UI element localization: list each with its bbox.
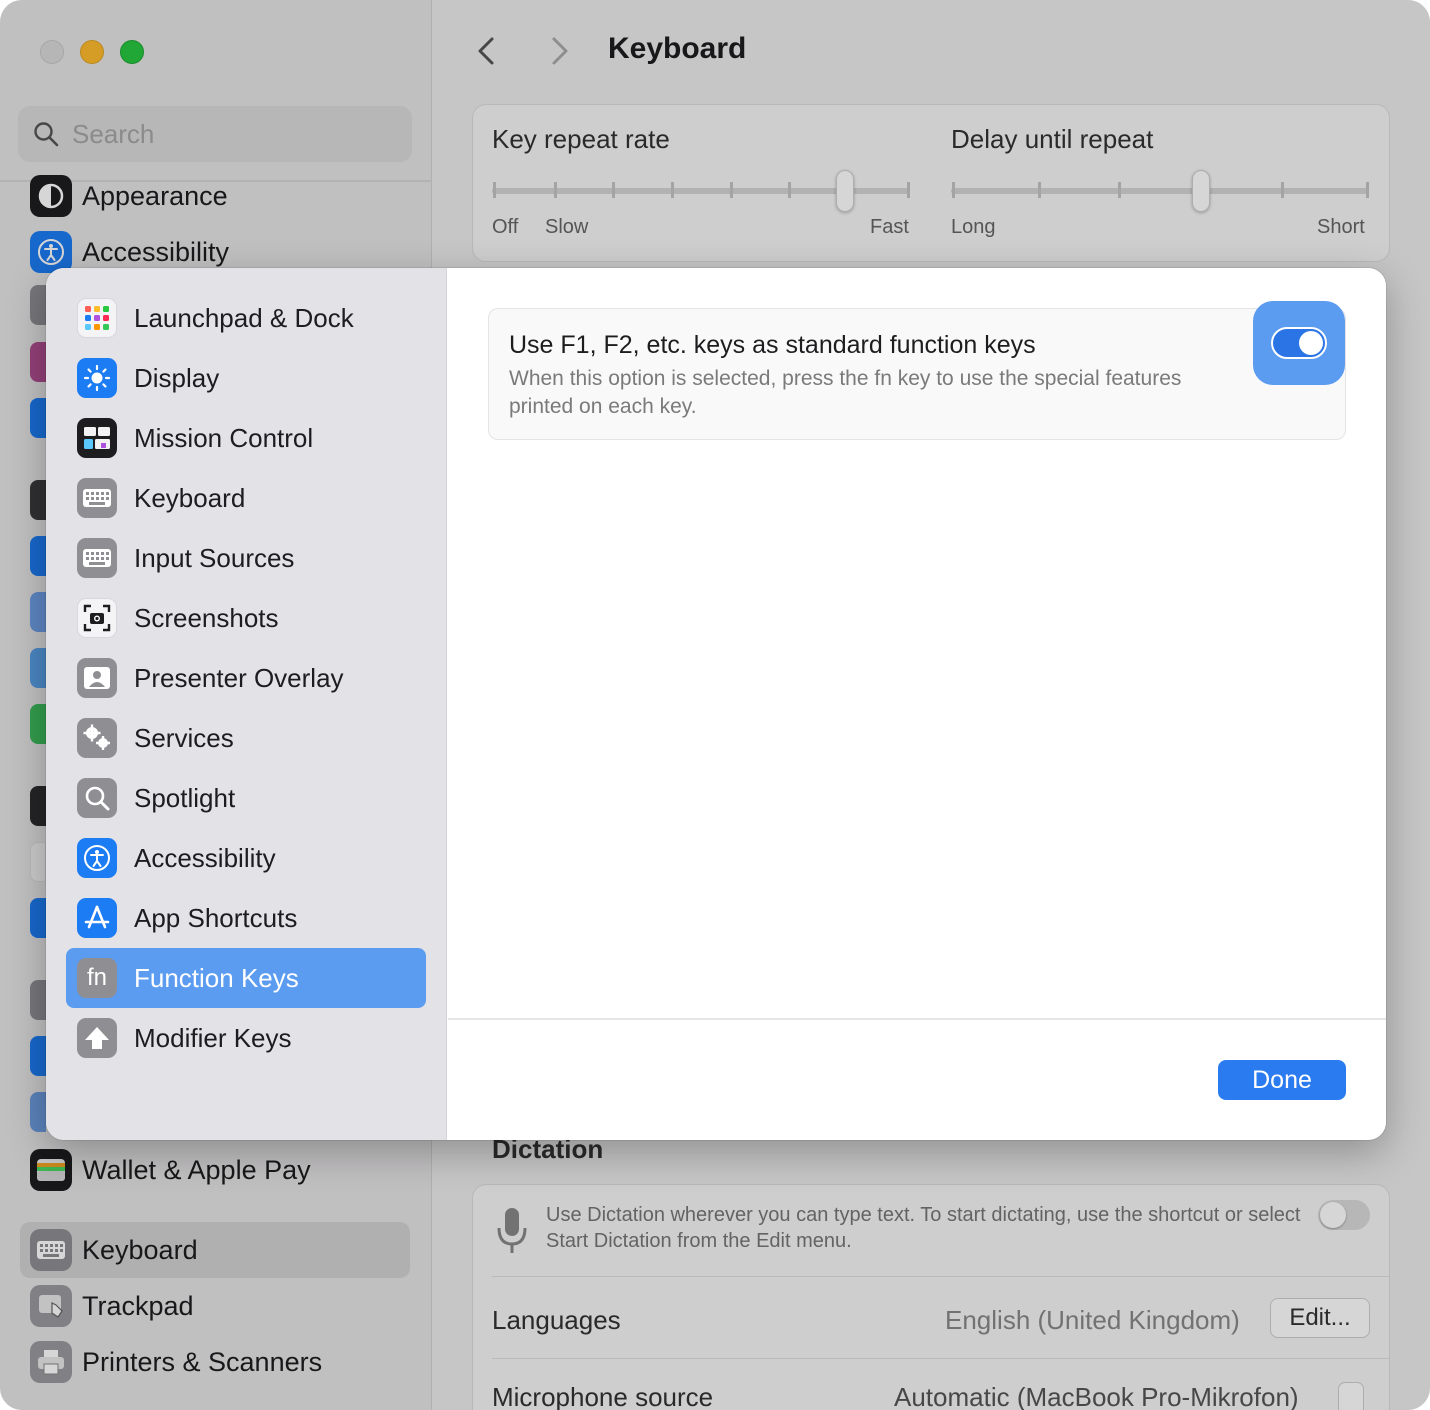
category-label: Mission Control xyxy=(134,422,314,453)
shortcuts-category-list: Launchpad & Dock Display Mission Control… xyxy=(46,268,447,1140)
category-label: Input Sources xyxy=(134,542,295,573)
input-sources-icon xyxy=(77,538,117,578)
function-keys-option: Use F1, F2, etc. keys as standard functi… xyxy=(488,301,1346,440)
services-icon xyxy=(77,718,117,758)
launchpad-icon xyxy=(77,298,117,338)
category-label: Keyboard xyxy=(134,482,246,513)
category-label: Function Keys xyxy=(134,962,299,993)
category-function-keys[interactable]: fn Function Keys xyxy=(66,948,426,1008)
done-button[interactable]: Done xyxy=(1218,1060,1346,1100)
fn-icon: fn xyxy=(77,958,117,998)
category-accessibility[interactable]: Accessibility xyxy=(66,828,426,888)
category-app-shortcuts[interactable]: App Shortcuts xyxy=(66,888,426,948)
display-icon xyxy=(77,358,117,398)
category-launchpad-dock[interactable]: Launchpad & Dock xyxy=(66,288,426,348)
category-screenshots[interactable]: Screenshots xyxy=(66,588,426,648)
app-shortcuts-icon xyxy=(77,898,117,938)
category-label: Accessibility xyxy=(134,842,276,873)
mission-control-icon xyxy=(77,418,117,458)
modifier-keys-icon xyxy=(77,1018,117,1058)
category-label: Modifier Keys xyxy=(134,1022,292,1053)
system-settings-window: Search Appearance Accessibility Wallet &… xyxy=(0,0,1430,1410)
presenter-overlay-icon xyxy=(77,658,117,698)
category-label: Launchpad & Dock xyxy=(134,302,354,333)
category-label: Presenter Overlay xyxy=(134,662,344,693)
category-display[interactable]: Display xyxy=(66,348,426,408)
category-input-sources[interactable]: Input Sources xyxy=(66,528,426,588)
option-title: Use F1, F2, etc. keys as standard functi… xyxy=(509,331,1036,359)
keyboard-icon xyxy=(77,478,117,518)
spotlight-icon xyxy=(77,778,117,818)
function-keys-pane: Use F1, F2, etc. keys as standard functi… xyxy=(448,268,1386,1140)
category-keyboard[interactable]: Keyboard xyxy=(66,468,426,528)
category-label: Spotlight xyxy=(134,782,236,813)
category-spotlight[interactable]: Spotlight xyxy=(66,768,426,828)
toggle-focus-ring xyxy=(1253,301,1345,385)
category-modifier-keys[interactable]: Modifier Keys xyxy=(66,1008,426,1068)
function-keys-toggle[interactable] xyxy=(1271,327,1327,359)
option-description: When this option is selected, press the … xyxy=(509,367,1182,418)
category-mission-control[interactable]: Mission Control xyxy=(66,408,426,468)
sheet-footer-divider xyxy=(448,1018,1386,1020)
category-services[interactable]: Services xyxy=(66,708,426,768)
category-label: Services xyxy=(134,722,234,753)
category-label: Screenshots xyxy=(134,602,279,633)
fn-glyph: fn xyxy=(86,964,107,991)
category-presenter-overlay[interactable]: Presenter Overlay xyxy=(66,648,426,708)
screenshots-icon xyxy=(77,598,117,638)
keyboard-shortcuts-sheet: Launchpad & Dock Display Mission Control… xyxy=(46,268,1386,1140)
category-label: Display xyxy=(134,362,220,393)
accessibility-icon xyxy=(77,838,117,878)
category-label: App Shortcuts xyxy=(134,902,298,933)
